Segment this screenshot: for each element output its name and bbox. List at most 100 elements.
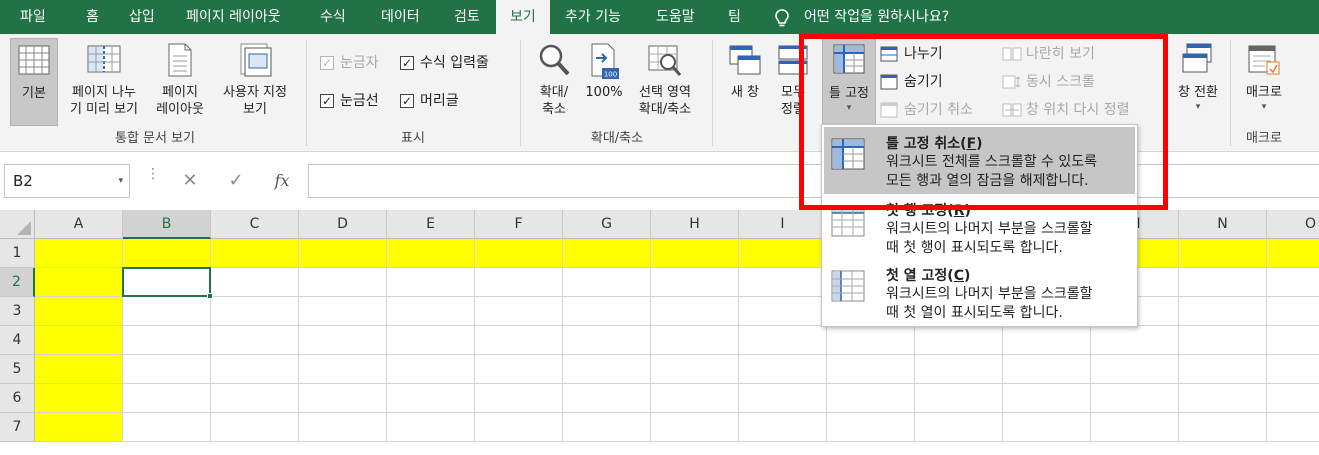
cell-c7[interactable]	[211, 413, 299, 442]
cell-m5[interactable]	[1091, 355, 1179, 384]
column-header-a[interactable]: A	[35, 210, 123, 239]
row-header-1[interactable]: 1	[0, 239, 35, 268]
switch-windows-button[interactable]: 창 전환 ▾	[1172, 38, 1224, 126]
cell-h5[interactable]	[651, 355, 739, 384]
cell-h3[interactable]	[651, 297, 739, 326]
cell-n5[interactable]	[1179, 355, 1267, 384]
new-window-button[interactable]: 새 창	[722, 38, 768, 126]
name-box[interactable]: B2 ▾	[4, 164, 130, 198]
cell-f1[interactable]	[475, 239, 563, 268]
cell-l7[interactable]	[1003, 413, 1091, 442]
column-header-g[interactable]: G	[563, 210, 651, 239]
tab-page-layout[interactable]: 페이지 레이아웃	[172, 0, 295, 34]
tab-help[interactable]: 도움말	[642, 0, 709, 34]
cell-k6[interactable]	[915, 384, 1003, 413]
cell-d2[interactable]	[299, 268, 387, 297]
cell-h2[interactable]	[651, 268, 739, 297]
cell-b6[interactable]	[123, 384, 211, 413]
zoom-to-selection-button[interactable]: 선택 영역 확대/축소	[628, 38, 702, 126]
cell-b3[interactable]	[123, 297, 211, 326]
cell-j4[interactable]	[827, 326, 915, 355]
cell-m7[interactable]	[1091, 413, 1179, 442]
column-header-f[interactable]: F	[475, 210, 563, 239]
cell-g2[interactable]	[563, 268, 651, 297]
cell-a1[interactable]	[35, 239, 123, 268]
cell-c2[interactable]	[211, 268, 299, 297]
page-break-preview-button[interactable]: 페이지 나누 기 미리 보기	[60, 38, 148, 126]
tab-file[interactable]: 파일	[6, 0, 60, 34]
cell-c4[interactable]	[211, 326, 299, 355]
cell-e1[interactable]	[387, 239, 475, 268]
cell-c1[interactable]	[211, 239, 299, 268]
row-header-5[interactable]: 5	[0, 355, 35, 384]
row-header-4[interactable]: 4	[0, 326, 35, 355]
tab-add-ins[interactable]: 추가 기능	[551, 0, 635, 34]
macros-button[interactable]: 매크로 ▾	[1236, 38, 1292, 126]
cell-c5[interactable]	[211, 355, 299, 384]
freeze-panes-button[interactable]: 틀 고정 ▾	[822, 38, 876, 126]
unfreeze-panes-item[interactable]: 틀 고정 취소(F) 워크시트 전체를 스크롤할 수 있도록 모든 행과 열의 …	[824, 127, 1135, 194]
cancel-entry-button[interactable]: ✕	[170, 164, 210, 198]
cell-j6[interactable]	[827, 384, 915, 413]
drag-handle-icon[interactable]: ⋮	[146, 167, 160, 181]
cell-n2[interactable]	[1179, 268, 1267, 297]
cell-f7[interactable]	[475, 413, 563, 442]
enter-entry-button[interactable]: ✓	[216, 164, 256, 198]
cell-h7[interactable]	[651, 413, 739, 442]
cell-k7[interactable]	[915, 413, 1003, 442]
column-header-d[interactable]: D	[299, 210, 387, 239]
cell-i6[interactable]	[739, 384, 827, 413]
cell-o6[interactable]	[1267, 384, 1319, 413]
cell-e2[interactable]	[387, 268, 475, 297]
cell-n6[interactable]	[1179, 384, 1267, 413]
page-layout-view-button[interactable]: 페이지 레이아웃	[150, 38, 210, 126]
cell-o1[interactable]	[1267, 239, 1319, 268]
zoom-button[interactable]: 확대/ 축소	[530, 38, 578, 126]
row-header-6[interactable]: 6	[0, 384, 35, 413]
cell-f2[interactable]	[475, 268, 563, 297]
tab-review[interactable]: 검토	[440, 0, 494, 34]
cell-i7[interactable]	[739, 413, 827, 442]
row-header-2[interactable]: 2	[0, 268, 35, 297]
column-header-n[interactable]: N	[1179, 210, 1267, 239]
cell-f6[interactable]	[475, 384, 563, 413]
cell-g4[interactable]	[563, 326, 651, 355]
cell-f3[interactable]	[475, 297, 563, 326]
cell-o2[interactable]	[1267, 268, 1319, 297]
tab-home[interactable]: 홈	[72, 0, 113, 34]
cell-a6[interactable]	[35, 384, 123, 413]
normal-view-button[interactable]: 기본	[10, 38, 58, 126]
freeze-top-row-item[interactable]: 첫 행 고정(R) 워크시트의 나머지 부분을 스크롤할 때 첫 행이 표시되도…	[824, 194, 1135, 261]
tab-formulas[interactable]: 수식	[306, 0, 360, 34]
cell-e5[interactable]	[387, 355, 475, 384]
cell-g7[interactable]	[563, 413, 651, 442]
cell-g6[interactable]	[563, 384, 651, 413]
cell-e6[interactable]	[387, 384, 475, 413]
cell-c3[interactable]	[211, 297, 299, 326]
cell-l6[interactable]	[1003, 384, 1091, 413]
column-header-h[interactable]: H	[651, 210, 739, 239]
cell-d6[interactable]	[299, 384, 387, 413]
cell-m6[interactable]	[1091, 384, 1179, 413]
column-header-e[interactable]: E	[387, 210, 475, 239]
cell-d3[interactable]	[299, 297, 387, 326]
cell-h6[interactable]	[651, 384, 739, 413]
column-header-c[interactable]: C	[211, 210, 299, 239]
cell-j5[interactable]	[827, 355, 915, 384]
cell-n4[interactable]	[1179, 326, 1267, 355]
cell-m4[interactable]	[1091, 326, 1179, 355]
insert-function-button[interactable]: fx	[262, 164, 302, 198]
cell-o5[interactable]	[1267, 355, 1319, 384]
tab-view[interactable]: 보기	[496, 0, 550, 34]
cell-e3[interactable]	[387, 297, 475, 326]
custom-views-button[interactable]: 사용자 지정 보기	[212, 38, 298, 126]
cell-h4[interactable]	[651, 326, 739, 355]
cell-i3[interactable]	[739, 297, 827, 326]
cell-e4[interactable]	[387, 326, 475, 355]
cell-b4[interactable]	[123, 326, 211, 355]
cell-a4[interactable]	[35, 326, 123, 355]
cell-n7[interactable]	[1179, 413, 1267, 442]
cell-b5[interactable]	[123, 355, 211, 384]
cell-o4[interactable]	[1267, 326, 1319, 355]
cell-n3[interactable]	[1179, 297, 1267, 326]
